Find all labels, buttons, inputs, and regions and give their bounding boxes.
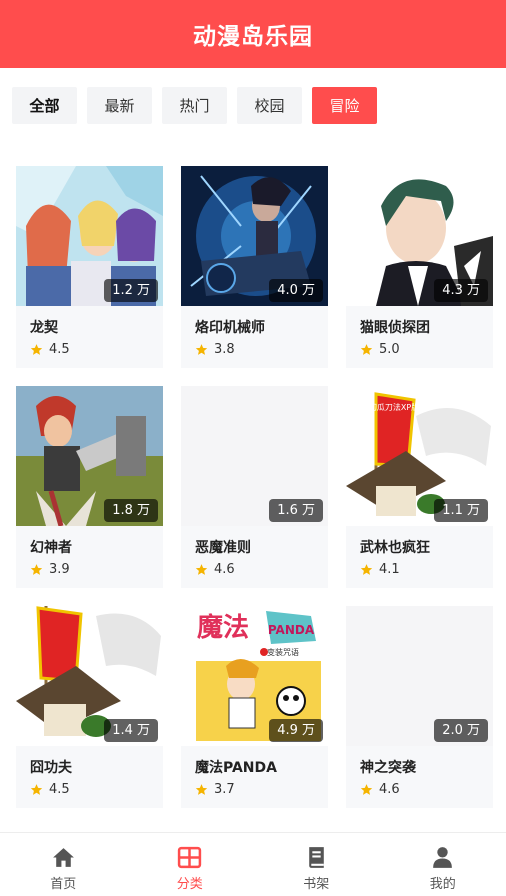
comic-cover-placeholder: 2.0 万 bbox=[346, 606, 493, 746]
view-count-badge: 1.8 万 bbox=[104, 499, 158, 522]
comic-cover: 1.2 万 bbox=[16, 166, 163, 306]
cover-logo-sub-text: PANDA bbox=[268, 623, 315, 637]
comic-title: 恶魔准则 bbox=[195, 540, 251, 556]
view-count-badge: 4.0 万 bbox=[269, 279, 323, 302]
bookshelf-icon bbox=[308, 847, 324, 868]
comic-card[interactable]: 2.0 万 神之突袭 4.6 bbox=[346, 606, 493, 808]
comic-cover: 1.8 万 bbox=[16, 386, 163, 526]
tab-all[interactable]: 全部 bbox=[12, 87, 77, 124]
comic-card[interactable]: 切瓜刀法XP版 1.1 万 武林也疯狂 4.1 bbox=[346, 386, 493, 588]
comic-card[interactable]: 魔法 PANDA 变装咒语 4.9 万 魔法PANDA 3.7 bbox=[181, 606, 328, 808]
comic-title: 猫眼侦探团 bbox=[360, 320, 430, 336]
comic-cover: 1.4 万 bbox=[16, 606, 163, 746]
comic-title: 龙契 bbox=[30, 320, 58, 336]
comic-rating: 3.9 bbox=[30, 562, 70, 577]
home-icon bbox=[52, 848, 74, 867]
nav-home[interactable]: 首页 bbox=[0, 833, 127, 896]
comic-rating: 4.1 bbox=[360, 562, 400, 577]
comic-cover-placeholder: 1.6 万 bbox=[181, 386, 328, 526]
user-icon bbox=[433, 847, 453, 868]
comic-rating: 4.6 bbox=[195, 562, 235, 577]
view-count-badge: 2.0 万 bbox=[434, 719, 488, 742]
view-count-badge: 1.2 万 bbox=[104, 279, 158, 302]
comic-card[interactable]: 1.2 万 龙契 4.5 bbox=[16, 166, 163, 368]
star-icon bbox=[195, 784, 208, 795]
star-icon bbox=[195, 564, 208, 575]
star-icon bbox=[30, 344, 43, 355]
comic-rating: 5.0 bbox=[360, 342, 400, 357]
star-icon bbox=[360, 564, 373, 575]
comic-rating: 4.5 bbox=[30, 782, 70, 797]
comic-rating: 3.8 bbox=[195, 342, 235, 357]
comic-card[interactable]: 1.6 万 恶魔准则 4.6 bbox=[181, 386, 328, 588]
tab-campus[interactable]: 校园 bbox=[237, 87, 302, 124]
view-count-badge: 4.3 万 bbox=[434, 279, 488, 302]
bottom-nav: 首页 分类 书架 我的 bbox=[0, 832, 506, 896]
view-count-badge: 4.9 万 bbox=[269, 719, 323, 742]
tab-popular[interactable]: 热门 bbox=[162, 87, 227, 124]
star-icon bbox=[360, 784, 373, 795]
comic-rating: 3.7 bbox=[195, 782, 235, 797]
category-tabs: 全部 最新 热门 校园 冒险 bbox=[12, 87, 377, 124]
nav-bookshelf[interactable]: 书架 bbox=[253, 833, 380, 896]
comic-title: 武林也疯狂 bbox=[360, 540, 430, 556]
comic-cover: 切瓜刀法XP版 1.1 万 bbox=[346, 386, 493, 526]
category-grid-icon bbox=[178, 846, 202, 869]
nav-profile[interactable]: 我的 bbox=[380, 833, 506, 896]
view-count-badge: 1.1 万 bbox=[434, 499, 488, 522]
comic-title: 神之突袭 bbox=[360, 760, 416, 776]
comic-cover: 4.0 万 bbox=[181, 166, 328, 306]
cover-logo-text: 魔法 bbox=[197, 613, 249, 643]
comic-card[interactable]: 1.4 万 囧功夫 4.5 bbox=[16, 606, 163, 808]
comic-title: 烙印机械师 bbox=[195, 320, 265, 336]
cover-caption-text: 变装咒语 bbox=[267, 647, 299, 657]
star-icon bbox=[30, 784, 43, 795]
comic-rating: 4.6 bbox=[360, 782, 400, 797]
nav-category[interactable]: 分类 bbox=[127, 833, 254, 896]
tab-newest[interactable]: 最新 bbox=[87, 87, 152, 124]
page-title: 动漫岛乐园 bbox=[193, 24, 313, 50]
app-header: 动漫岛乐园 bbox=[0, 0, 506, 68]
comic-title: 幻神者 bbox=[30, 540, 72, 556]
star-icon bbox=[360, 344, 373, 355]
cover-banner-text: 切瓜刀法XP版 bbox=[369, 402, 419, 412]
comic-title: 魔法PANDA bbox=[195, 760, 277, 776]
comic-cover: 魔法 PANDA 变装咒语 4.9 万 bbox=[181, 606, 328, 746]
view-count-badge: 1.6 万 bbox=[269, 499, 323, 522]
tab-adventure[interactable]: 冒险 bbox=[312, 87, 377, 124]
comic-card[interactable]: 4.0 万 烙印机械师 3.8 bbox=[181, 166, 328, 368]
comic-card[interactable]: 1.8 万 幻神者 3.9 bbox=[16, 386, 163, 588]
comic-title: 囧功夫 bbox=[30, 760, 72, 776]
star-icon bbox=[195, 344, 208, 355]
comic-rating: 4.5 bbox=[30, 342, 70, 357]
star-icon bbox=[30, 564, 43, 575]
comic-cover: 4.3 万 bbox=[346, 166, 493, 306]
comic-card[interactable]: 4.3 万 猫眼侦探团 5.0 bbox=[346, 166, 493, 368]
view-count-badge: 1.4 万 bbox=[104, 719, 158, 742]
